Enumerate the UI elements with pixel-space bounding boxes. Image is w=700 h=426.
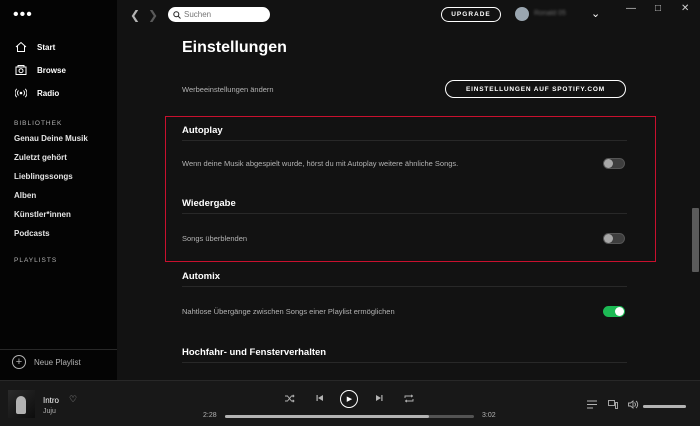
avatar[interactable] bbox=[515, 7, 529, 21]
nav-radio[interactable]: Radio bbox=[14, 84, 59, 102]
play-button[interactable]: ▶ bbox=[340, 390, 358, 408]
close-icon[interactable]: ✕ bbox=[681, 3, 689, 14]
automix-label: Nahtlose Übergänge zwischen Songs einer … bbox=[182, 307, 395, 316]
cover-figure bbox=[16, 396, 26, 414]
library-item[interactable]: Genau Deine Musik bbox=[14, 134, 88, 143]
progress-fill bbox=[225, 415, 430, 418]
library-item[interactable]: Künstler*innen bbox=[14, 210, 71, 219]
new-playlist-button[interactable]: + Neue Playlist bbox=[12, 355, 81, 369]
playlists-heading: PLAYLISTS bbox=[14, 257, 58, 264]
album-cover[interactable] bbox=[8, 390, 35, 418]
ad-settings-label: Werbeeinstellungen ändern bbox=[182, 85, 274, 94]
username[interactable]: Ronald 05 bbox=[534, 10, 566, 17]
queue-icon[interactable] bbox=[587, 400, 597, 411]
browse-icon bbox=[14, 64, 27, 77]
repeat-icon[interactable] bbox=[404, 394, 414, 405]
search-input[interactable] bbox=[184, 10, 264, 19]
library-heading: BIBLIOTHEK bbox=[14, 120, 63, 127]
scrollbar[interactable] bbox=[690, 30, 700, 380]
library-item[interactable]: Zuletzt gehört bbox=[14, 153, 67, 162]
next-icon[interactable] bbox=[375, 394, 383, 404]
volume-icon[interactable] bbox=[628, 400, 639, 411]
elapsed-time: 2:28 bbox=[203, 412, 217, 419]
scrollbar-thumb[interactable] bbox=[692, 208, 699, 272]
track-artist[interactable]: Juju bbox=[43, 408, 56, 415]
page-title: Einstellungen bbox=[182, 39, 287, 56]
nav-label: Browse bbox=[37, 65, 66, 75]
topbar: ❮ ❯ UPGRADE Ronald 05 ⌄ — □ ✕ bbox=[117, 0, 700, 30]
settings-page: Einstellungen Werbeeinstellungen ändern … bbox=[117, 30, 690, 380]
forward-arrow-icon[interactable]: ❯ bbox=[148, 8, 158, 22]
volume-fill bbox=[643, 405, 686, 408]
chevron-down-icon[interactable]: ⌄ bbox=[591, 7, 600, 20]
upgrade-button[interactable]: UPGRADE bbox=[441, 7, 501, 22]
nav-label: Radio bbox=[37, 88, 60, 98]
more-dots-icon[interactable]: ••• bbox=[13, 6, 33, 24]
back-arrow-icon[interactable]: ❮ bbox=[130, 8, 140, 22]
nav-browse[interactable]: Browse bbox=[14, 61, 66, 79]
radio-icon bbox=[14, 87, 27, 100]
automix-toggle[interactable] bbox=[603, 306, 625, 317]
nav-label: Start bbox=[37, 42, 56, 52]
sidebar: ••• Start Browse Radio BIBLIOTHEK Genau … bbox=[0, 0, 117, 380]
spotify-settings-button[interactable]: EINSTELLUNGEN AUF SPOTIFY.COM bbox=[445, 80, 626, 98]
player-bar: Intro ♡ Juju ▶ 2:28 3:02 bbox=[0, 380, 700, 426]
minimize-icon[interactable]: — bbox=[626, 3, 636, 14]
heart-icon[interactable]: ♡ bbox=[69, 394, 77, 405]
toggle-knob bbox=[615, 307, 624, 316]
play-icon: ▶ bbox=[346, 396, 353, 403]
library-item[interactable]: Alben bbox=[14, 191, 36, 200]
search-icon bbox=[173, 6, 181, 24]
divider bbox=[182, 286, 627, 287]
plus-circle-icon: + bbox=[12, 355, 26, 369]
search-box[interactable] bbox=[168, 7, 270, 22]
track-title[interactable]: Intro bbox=[43, 396, 59, 405]
shuffle-icon[interactable] bbox=[285, 394, 295, 405]
divider bbox=[182, 362, 627, 363]
volume-slider[interactable] bbox=[643, 405, 686, 408]
maximize-icon[interactable]: □ bbox=[655, 3, 661, 14]
library-item[interactable]: Lieblingssongs bbox=[14, 172, 73, 181]
total-time: 3:02 bbox=[482, 412, 496, 419]
startup-heading: Hochfahr- und Fensterverhalten bbox=[182, 347, 327, 358]
progress-bar[interactable] bbox=[225, 415, 474, 418]
devices-icon[interactable] bbox=[608, 400, 618, 411]
library-item[interactable]: Podcasts bbox=[14, 229, 50, 238]
new-playlist-label: Neue Playlist bbox=[34, 357, 81, 367]
sidebar-divider bbox=[0, 349, 117, 350]
home-icon bbox=[14, 41, 27, 54]
previous-icon[interactable] bbox=[316, 394, 324, 404]
automix-heading: Automix bbox=[182, 271, 220, 282]
nav-start[interactable]: Start bbox=[14, 38, 55, 56]
highlight-box bbox=[165, 116, 656, 262]
